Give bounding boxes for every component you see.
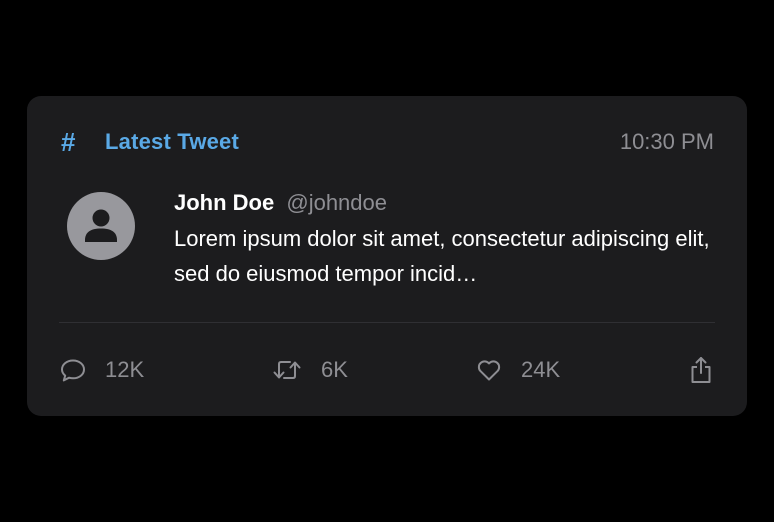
person-icon (85, 209, 117, 242)
reply-count: 12K (105, 357, 145, 382)
share-button[interactable] (687, 352, 715, 388)
retweet-button[interactable]: 6K (271, 352, 348, 388)
like-button[interactable]: 24K (475, 352, 560, 388)
reply-button[interactable]: 12K (59, 352, 144, 388)
like-count: 24K (521, 357, 561, 382)
timestamp: 10:30 PM (619, 129, 714, 154)
retweet-count: 6K (321, 357, 348, 382)
author-handle: @johndoe (286, 190, 387, 215)
avatar[interactable] (67, 192, 135, 260)
retweet-icon (273, 361, 301, 379)
heart-icon (477, 360, 501, 381)
hash-icon: # (61, 127, 76, 157)
author-line: John Doe @johndoe (174, 188, 714, 218)
share-icon (691, 357, 711, 383)
divider (59, 322, 715, 323)
tweet-content[interactable]: John Doe @johndoe Lorem ipsum dolor sit … (174, 188, 714, 291)
author-name: John Doe (174, 190, 275, 215)
tweet-text: Lorem ipsum dolor sit amet, consectetur … (174, 226, 710, 286)
reply-icon (61, 359, 85, 382)
tweet-widget[interactable]: # Latest Tweet 10:30 PM John Doe @johndo… (27, 96, 747, 416)
widget-title: Latest Tweet (105, 129, 240, 154)
widget-header-left: # Latest Tweet (61, 129, 239, 155)
action-bar: 12K 6K 24K (59, 352, 715, 388)
widget-header: # Latest Tweet 10:30 PM (61, 126, 714, 158)
